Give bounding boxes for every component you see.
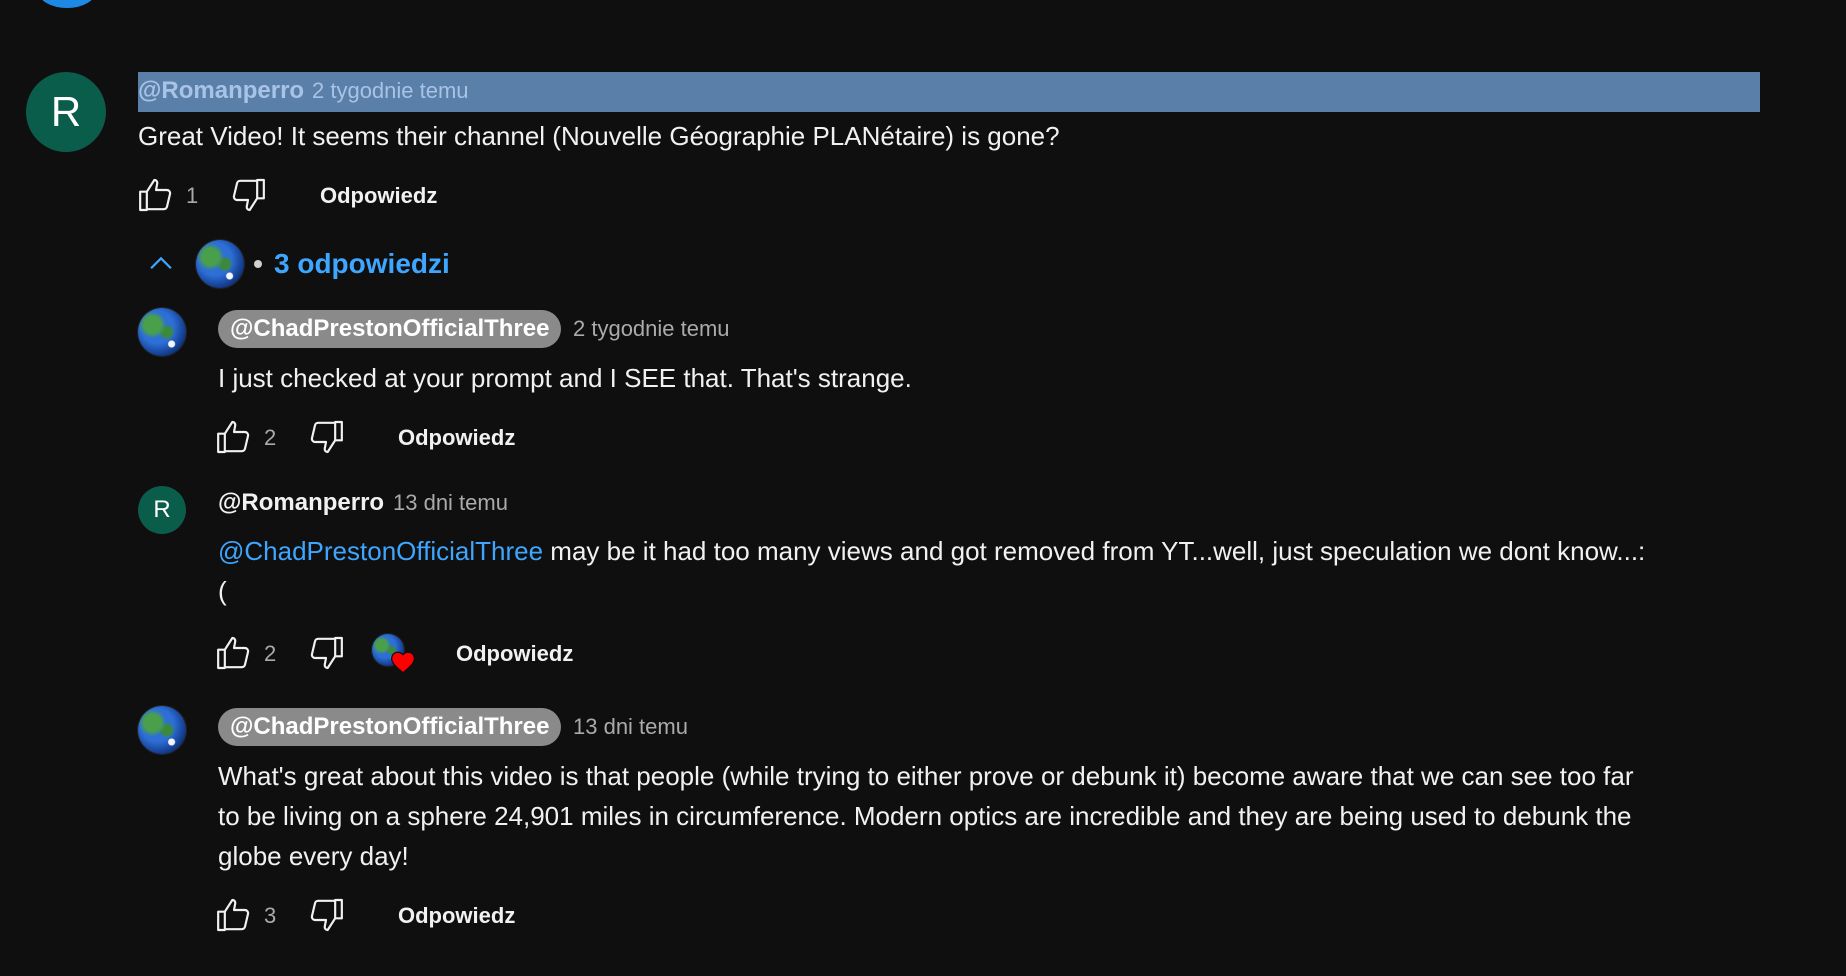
thumb-up-icon <box>214 417 254 457</box>
comment-text-line: globe every day! <box>218 841 409 871</box>
comments-page: R @Romanperro 2 tygodnie temu Great Vide… <box>0 0 1846 976</box>
avatar[interactable] <box>138 308 186 356</box>
comment-timestamp[interactable]: 2 tygodnie temu <box>312 74 469 108</box>
avatar[interactable] <box>138 706 186 754</box>
comment-text-line: What's great about this video is that pe… <box>218 761 1634 791</box>
like-count: 3 <box>264 903 277 928</box>
reply-button[interactable]: Odpowiedz <box>398 903 515 929</box>
reply-button[interactable]: Odpowiedz <box>320 183 437 209</box>
mention-link[interactable]: @ChadPrestonOfficialThree <box>218 536 543 566</box>
comment-text-line: ( <box>218 576 227 606</box>
comment-author[interactable]: @Romanperro <box>218 484 384 522</box>
thumb-down-icon <box>228 175 268 215</box>
comment-author[interactable]: @ChadPrestonOfficialThree <box>218 708 562 746</box>
comment-text: @ChadPrestonOfficialThree may be it had … <box>218 531 1778 571</box>
like-button[interactable] <box>214 895 254 938</box>
avatar[interactable]: R <box>138 486 186 534</box>
avatar <box>196 240 244 288</box>
like-count: 2 <box>264 425 277 450</box>
comment-actions: 3 Odpowiedz <box>214 894 515 938</box>
replies-count: 3 odpowiedzi <box>274 248 450 279</box>
thumb-down-icon <box>306 895 346 935</box>
reply-button[interactable]: Odpowiedz <box>456 641 573 667</box>
comment-actions: 2 Odpowiedz <box>214 632 573 676</box>
comment-actions: 1 Odpowiedz <box>136 174 437 218</box>
avatar[interactable] <box>38 0 96 8</box>
comment-text-line: may be it had too many views and got rem… <box>543 536 1646 566</box>
like-button[interactable] <box>214 633 254 676</box>
dislike-button[interactable] <box>306 633 346 676</box>
reply-button[interactable]: Odpowiedz <box>398 425 515 451</box>
thumb-up-icon <box>136 175 176 215</box>
creator-heart <box>372 634 416 674</box>
comment-timestamp[interactable]: 13 dni temu <box>573 708 688 746</box>
like-count: 1 <box>186 183 199 208</box>
avatar[interactable]: R <box>26 72 106 152</box>
dislike-button[interactable] <box>306 895 346 938</box>
like-button[interactable] <box>136 175 176 218</box>
replies-toggle[interactable]: 3 odpowiedzi <box>144 236 450 292</box>
chevron-up-icon <box>144 247 178 281</box>
thumb-up-icon <box>214 633 254 673</box>
thumb-down-icon <box>306 633 346 673</box>
comment-timestamp[interactable]: 13 dni temu <box>393 484 508 522</box>
comment-author[interactable]: @ChadPrestonOfficialThree <box>218 310 562 348</box>
dislike-button[interactable] <box>306 417 346 460</box>
thumb-up-icon <box>214 895 254 935</box>
comment-author[interactable]: @Romanperro <box>138 74 304 108</box>
comment-text: Great Video! It seems their channel (Nou… <box>138 121 1060 151</box>
comment-actions: 2 Odpowiedz <box>214 416 515 460</box>
like-button[interactable] <box>214 417 254 460</box>
thumb-down-icon <box>306 417 346 457</box>
separator-dot <box>254 260 262 268</box>
comment-text-line: to be living on a sphere 24,901 miles in… <box>218 801 1632 831</box>
comment-text: I just checked at your prompt and I SEE … <box>218 363 912 393</box>
like-count: 2 <box>264 641 277 666</box>
dislike-button[interactable] <box>228 175 268 218</box>
comment-timestamp[interactable]: 2 tygodnie temu <box>573 310 730 348</box>
heart-icon <box>390 650 416 674</box>
